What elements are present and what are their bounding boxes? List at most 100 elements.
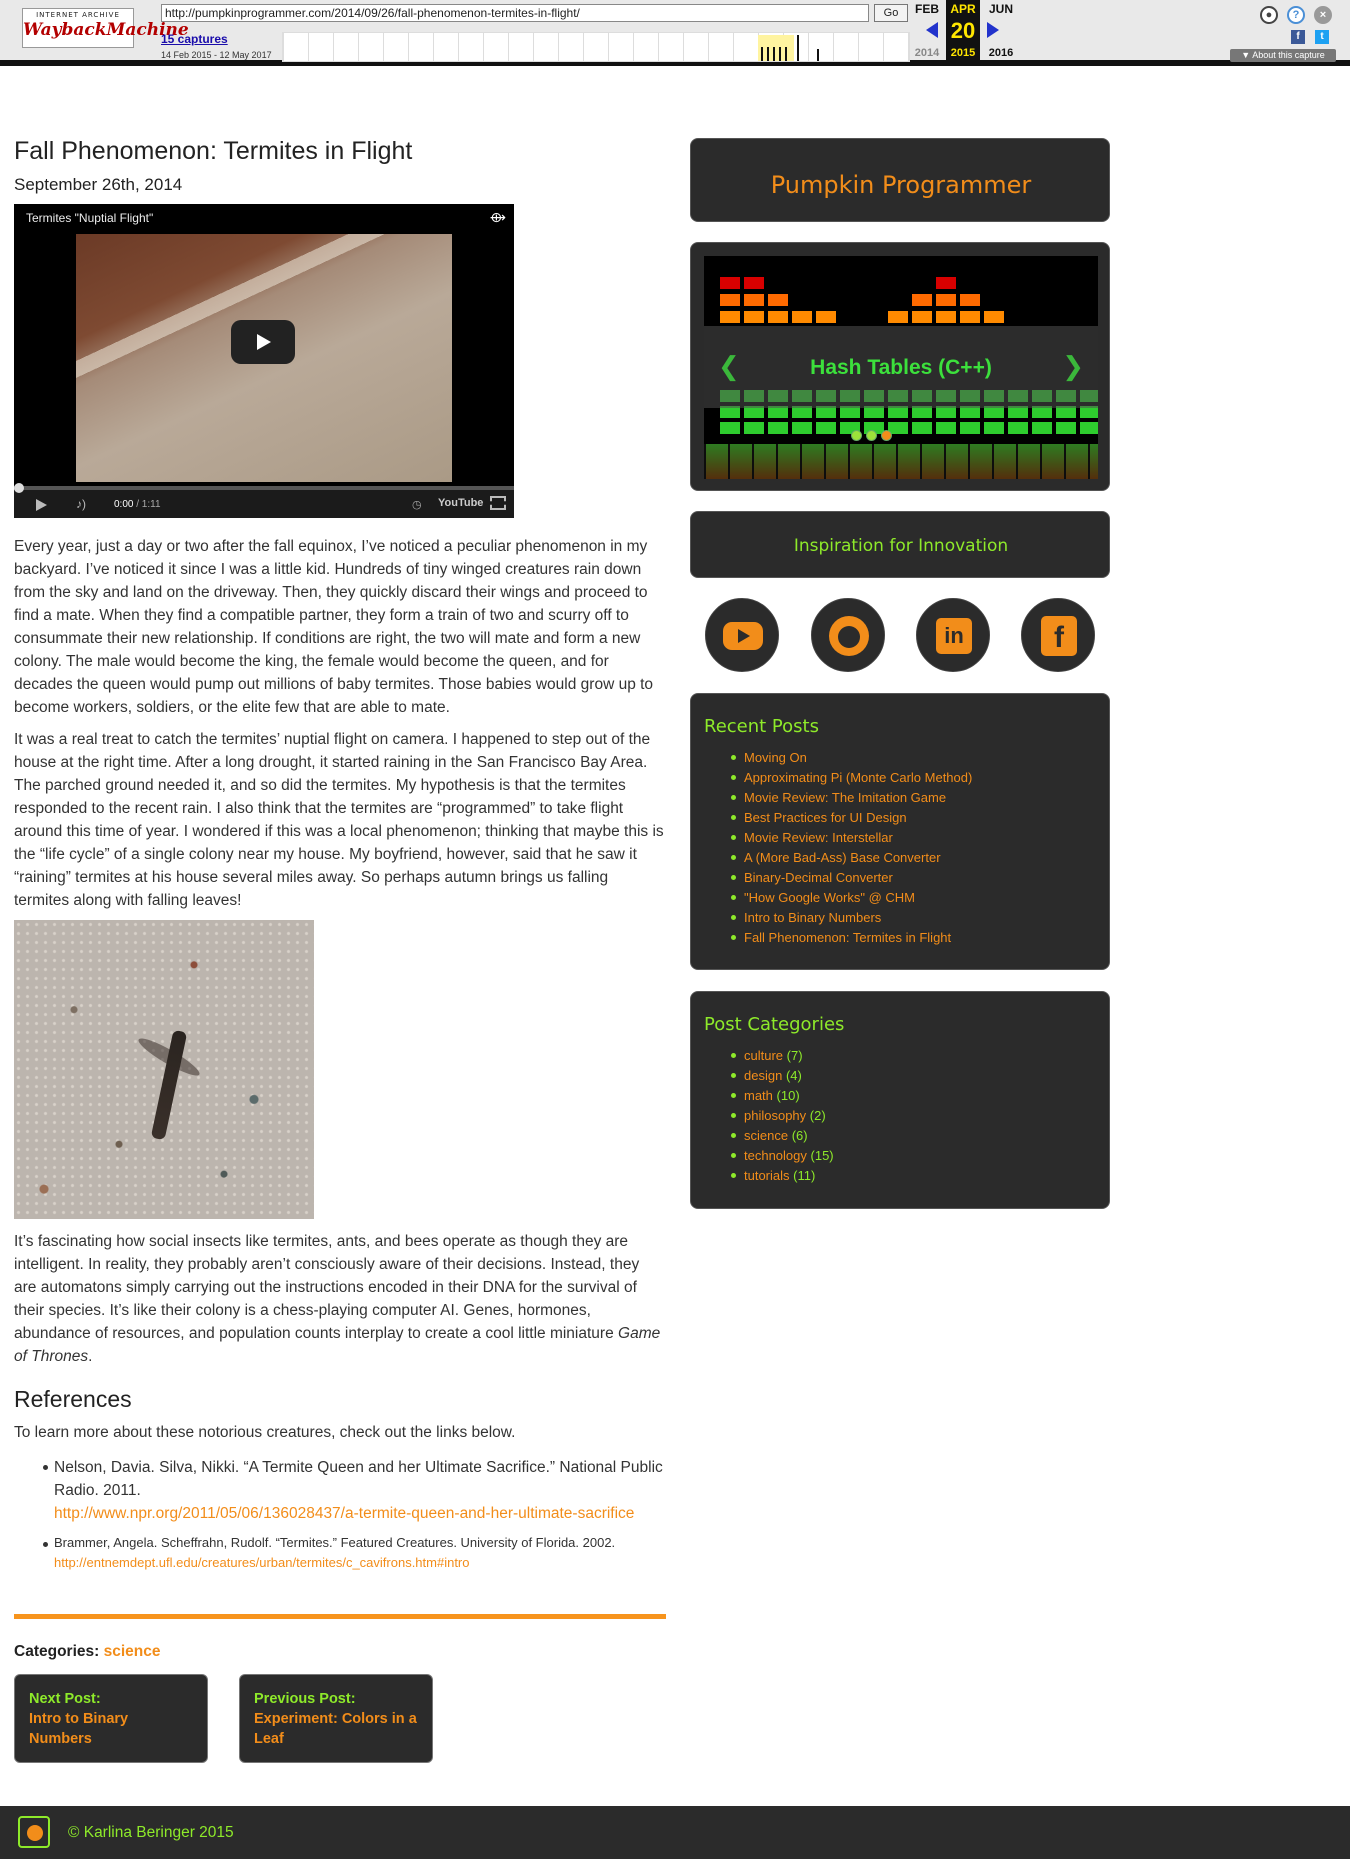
post-categories-widget: Post Categories culture (7) design (4) m… bbox=[690, 991, 1110, 1209]
recent-post-link[interactable]: Movie Review: The Imitation Game bbox=[730, 788, 972, 808]
fullscreen-icon[interactable] bbox=[490, 496, 506, 510]
category-link[interactable]: math bbox=[744, 1088, 773, 1103]
youtube-icon bbox=[723, 622, 763, 650]
video-title[interactable]: Termites "Nuptial Flight" bbox=[26, 211, 153, 225]
recent-post-link[interactable]: "How Google Works" @ CHM bbox=[730, 888, 972, 908]
wayback-month-current: APR bbox=[950, 2, 976, 16]
wayback-logo[interactable]: INTERNET ARCHIVE WaybackMachine bbox=[22, 8, 189, 48]
recent-post-link[interactable]: Approximating Pi (Monte Carlo Method) bbox=[730, 768, 972, 788]
post-paragraph-text: It’s fascinating how social insects like… bbox=[14, 1233, 640, 1342]
video-time: 0:00 / 1:11 bbox=[114, 499, 161, 510]
video-player[interactable]: Termites "Nuptial Flight" ⟴ ♪) 0:00 / 1:… bbox=[14, 204, 514, 518]
category-link-science[interactable]: science bbox=[104, 1643, 161, 1660]
next-post-title: Intro to Binary Numbers bbox=[29, 1711, 129, 1747]
play-icon[interactable] bbox=[36, 499, 47, 511]
prev-capture-arrow-icon[interactable] bbox=[926, 22, 938, 38]
equalizer-block bbox=[1080, 422, 1098, 434]
recent-post-link[interactable]: A (More Bad-Ass) Base Converter bbox=[730, 848, 972, 868]
equalizer-block bbox=[960, 422, 980, 434]
wayback-month-next[interactable]: JUN bbox=[984, 2, 1018, 16]
wayback-url-input[interactable]: http://pumpkinprogrammer.com/2014/09/26/… bbox=[161, 4, 869, 22]
wayback-date-range: 14 Feb 2015 - 12 May 2017 bbox=[161, 50, 272, 60]
post-title: Fall Phenomenon: Termites in Flight bbox=[14, 137, 413, 165]
equalizer-block bbox=[720, 422, 740, 434]
about-capture-button[interactable]: ▼ About this capture bbox=[1230, 49, 1336, 62]
reference-link[interactable]: http://entnemdept.ufl.edu/creatures/urba… bbox=[54, 1553, 674, 1573]
site-title[interactable]: Pumpkin Programmer bbox=[691, 171, 1111, 199]
video-scrubber-handle[interactable] bbox=[14, 483, 24, 493]
equalizer-block bbox=[768, 294, 788, 306]
sparkline-tick bbox=[767, 47, 769, 61]
category-link[interactable]: culture bbox=[744, 1048, 783, 1063]
wayback-capture-sparkline[interactable] bbox=[282, 32, 910, 62]
video-play-button[interactable] bbox=[231, 320, 295, 364]
wayback-year-prev[interactable]: 2014 bbox=[910, 47, 944, 59]
equalizer-block bbox=[888, 311, 908, 323]
linkedin-social-button[interactable]: in bbox=[916, 598, 990, 672]
site-title-box: Pumpkin Programmer bbox=[690, 138, 1110, 222]
equalizer-block bbox=[1008, 422, 1028, 434]
equalizer-block bbox=[720, 311, 740, 323]
youtube-logo[interactable]: YouTube bbox=[438, 497, 483, 509]
next-post-button[interactable]: Next Post: Intro to Binary Numbers bbox=[14, 1674, 208, 1763]
category-link[interactable]: tutorials bbox=[744, 1168, 790, 1183]
help-icon[interactable]: ? bbox=[1287, 6, 1305, 24]
category-link[interactable]: science bbox=[744, 1128, 788, 1143]
next-capture-arrow-icon[interactable] bbox=[987, 22, 999, 38]
slider-dot[interactable] bbox=[866, 430, 877, 441]
equalizer-block bbox=[1032, 422, 1052, 434]
watch-later-icon[interactable]: ◷ bbox=[412, 498, 422, 511]
recent-post-link[interactable]: Best Practices for UI Design bbox=[730, 808, 972, 828]
slider-dot[interactable] bbox=[881, 430, 892, 441]
wayback-go-button[interactable]: Go bbox=[874, 4, 908, 22]
slider-dot[interactable] bbox=[851, 430, 862, 441]
category-link[interactable]: philosophy bbox=[744, 1108, 806, 1123]
equalizer-block bbox=[744, 277, 764, 289]
wayback-toolbar: INTERNET ARCHIVE WaybackMachine http://p… bbox=[0, 0, 1350, 66]
previous-post-label: Previous Post: bbox=[254, 1691, 356, 1707]
slider-next-arrow-icon[interactable]: ❯ bbox=[1062, 351, 1084, 382]
share-icon[interactable]: ⟴ bbox=[490, 209, 506, 226]
reference-item: Brammer, Angela. Scheffrahn, Rudolf. “Te… bbox=[43, 1533, 674, 1573]
slider-prev-arrow-icon[interactable]: ❮ bbox=[718, 351, 740, 382]
wayback-logo-line1: INTERNET ARCHIVE bbox=[36, 11, 120, 19]
recent-post-link[interactable]: Movie Review: Interstellar bbox=[730, 828, 972, 848]
post-paragraph: It’s fascinating how social insects like… bbox=[14, 1230, 664, 1368]
sparkline-tick bbox=[797, 35, 799, 61]
github-social-button[interactable] bbox=[811, 598, 885, 672]
wayback-year-next[interactable]: 2016 bbox=[984, 47, 1018, 59]
recent-post-link[interactable]: Intro to Binary Numbers bbox=[730, 908, 972, 928]
slider-floor bbox=[704, 444, 1098, 479]
reference-link[interactable]: http://www.npr.org/2011/05/06/136028437/… bbox=[54, 1502, 674, 1525]
post-divider bbox=[14, 1614, 666, 1619]
sparkline-tick bbox=[779, 47, 781, 61]
wayback-month-prev[interactable]: FEB bbox=[910, 2, 944, 16]
site-tagline: Inspiration for Innovation bbox=[793, 536, 1009, 556]
recent-post-link[interactable]: Moving On bbox=[730, 748, 972, 768]
twitter-icon[interactable]: t bbox=[1315, 30, 1329, 44]
wayback-captures-link[interactable]: 15 captures bbox=[161, 32, 228, 46]
post-date: September 26th, 2014 bbox=[14, 175, 183, 194]
user-icon[interactable]: ● bbox=[1260, 6, 1278, 24]
category-link[interactable]: technology bbox=[744, 1148, 807, 1163]
recent-post-link[interactable]: Binary-Decimal Converter bbox=[730, 868, 972, 888]
volume-icon[interactable]: ♪) bbox=[76, 497, 86, 511]
facebook-social-button[interactable]: f bbox=[1021, 598, 1095, 672]
youtube-social-button[interactable] bbox=[705, 598, 779, 672]
recent-posts-widget: Recent Posts Moving On Approximating Pi … bbox=[690, 693, 1110, 970]
reference-item: Nelson, Davia. Silva, Nikki. “A Termite … bbox=[43, 1456, 674, 1525]
previous-post-title: Experiment: Colors in a Leaf bbox=[254, 1711, 417, 1747]
equalizer-block bbox=[768, 422, 788, 434]
post-categories: Categories: science bbox=[14, 1643, 160, 1661]
close-icon[interactable]: × bbox=[1314, 6, 1332, 24]
category-item: philosophy (2) bbox=[731, 1106, 834, 1126]
previous-post-button[interactable]: Previous Post: Experiment: Colors in a L… bbox=[239, 1674, 433, 1763]
video-progress-bar[interactable] bbox=[14, 483, 514, 493]
facebook-icon[interactable]: f bbox=[1291, 30, 1305, 44]
category-link[interactable]: design bbox=[744, 1068, 782, 1083]
equalizer-block bbox=[984, 311, 1004, 323]
featured-slider[interactable]: Hash Tables (C++) ❮ ❯ bbox=[704, 256, 1098, 479]
video-current-time: 0:00 bbox=[114, 499, 134, 510]
recent-post-link[interactable]: Fall Phenomenon: Termites in Flight bbox=[730, 928, 972, 948]
slide-title[interactable]: Hash Tables (C++) bbox=[704, 356, 1098, 380]
